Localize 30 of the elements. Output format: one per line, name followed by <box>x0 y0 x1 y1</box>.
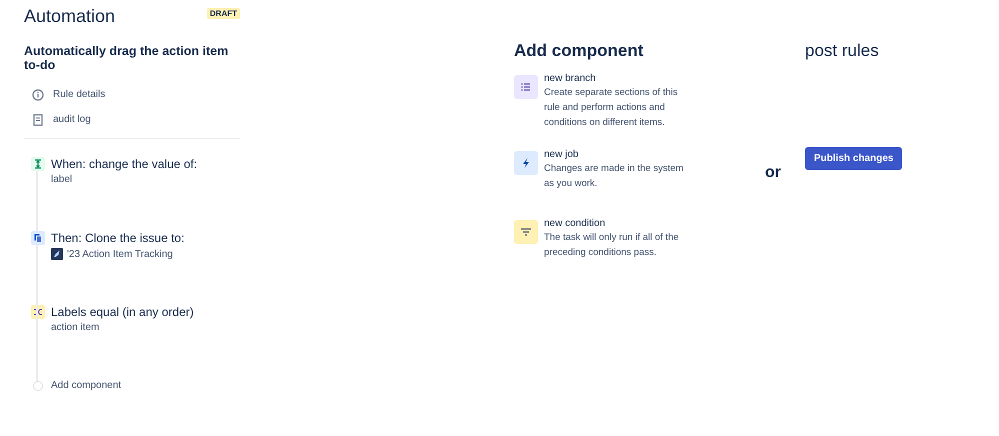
component-description: The task will only run if all of the preceding conditions pass. <box>544 231 680 260</box>
component-name[interactable]: new condition <box>544 217 694 230</box>
step-detail: '23 Action Item Tracking <box>67 248 173 260</box>
component-name[interactable]: new branch <box>544 72 694 85</box>
page-title: Automation <box>24 5 116 28</box>
rule-name: Automatically drag the action item to-do <box>24 44 230 72</box>
step-detail: label <box>51 174 72 185</box>
filter-icon <box>514 220 538 244</box>
sidebar-link[interactable]: Rule details <box>53 89 106 100</box>
component-description: Create separate sections of this rule and perform actions and conditions on different items. <box>544 86 679 130</box>
component-name[interactable]: new job <box>544 148 694 161</box>
lightning-icon <box>514 151 538 175</box>
draft-badge: DRAFT <box>206 8 240 19</box>
or-label: or <box>765 164 781 183</box>
section-title: Add component <box>514 40 644 62</box>
component-description: Changes are made in the system as you work. <box>544 162 684 191</box>
step-title: When: change the value of: <box>51 157 198 171</box>
step-title: Labels equal (in any order) <box>51 305 194 319</box>
copy-icon <box>30 231 44 245</box>
list-icon <box>514 75 538 99</box>
sidebar-link[interactable]: audit log <box>53 114 91 125</box>
empty-circle-icon <box>32 381 42 391</box>
add-component-link[interactable]: Add component <box>51 379 122 393</box>
publish-button[interactable]: Publish changes <box>805 147 902 170</box>
trigger-icon <box>30 157 44 171</box>
step-title: Then: Clone the issue to: <box>51 231 184 245</box>
step-detail: action item <box>51 322 100 333</box>
info-icon <box>32 88 44 100</box>
document-icon <box>32 114 44 126</box>
section-title: post rules <box>805 40 880 62</box>
